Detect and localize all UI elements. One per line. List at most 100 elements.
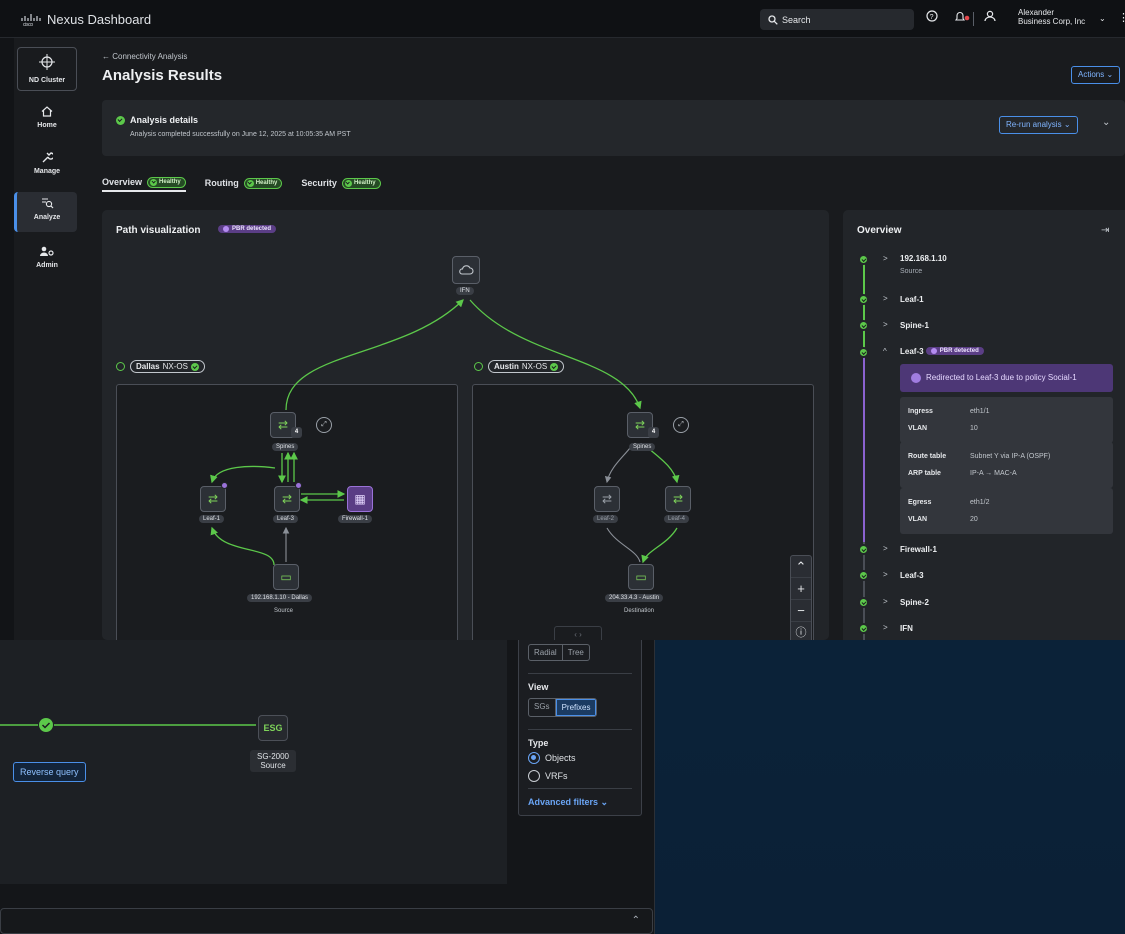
step-check-icon	[858, 597, 869, 608]
switch-icon: ⇄	[601, 492, 613, 506]
kv-value: 20	[970, 516, 978, 523]
spine-count-badge: 4	[291, 427, 302, 438]
reverse-query-button[interactable]: Reverse query	[13, 762, 86, 782]
breadcrumb[interactable]: ← Connectivity Analysis	[102, 52, 187, 61]
view-sgs[interactable]: SGs	[529, 699, 556, 716]
ifn-node[interactable]	[452, 256, 480, 284]
tab-security[interactable]: Security Healthy	[301, 174, 381, 192]
chevron-right-icon[interactable]: >	[883, 544, 888, 553]
leaf-2-node[interactable]: ⇄	[594, 486, 620, 512]
cluster-label: ND Cluster	[28, 77, 66, 84]
cluster-selector[interactable]: ND Cluster	[17, 47, 77, 91]
firewall-1-node[interactable]: ▦	[347, 486, 373, 512]
chevron-right-icon[interactable]: >	[883, 597, 888, 606]
user-icon[interactable]	[984, 10, 996, 25]
step-name[interactable]: Leaf-3	[900, 571, 924, 580]
leaf-3-label: Leaf-3	[273, 515, 299, 523]
topbar-divider	[973, 12, 974, 26]
expand-icon[interactable]: ⤢	[673, 417, 689, 433]
kv-value: IP-A → MAC-A	[970, 470, 1017, 477]
collapse-icon[interactable]: ⌃	[791, 556, 811, 578]
details-expand-icon[interactable]: ⌄	[1102, 117, 1110, 128]
pbr-text: PBR detected	[939, 348, 979, 354]
advanced-filters-link[interactable]: Advanced filters ⌄	[528, 797, 632, 808]
expand-icon[interactable]: ⤢	[316, 417, 332, 433]
chevron-right-icon[interactable]: >	[883, 254, 888, 263]
sidebar-item-manage[interactable]: Manage	[17, 146, 77, 186]
layout-tree[interactable]: Tree	[563, 645, 589, 660]
top-bar: cisco Nexus Dashboard Search ? Alexander…	[0, 0, 1125, 38]
leaf-3-node[interactable]: ⇄	[274, 486, 300, 512]
kv-row: ARP table IP-A → MAC-A	[908, 465, 1105, 482]
type-vrfs-radio[interactable]: VRFs	[528, 770, 632, 782]
background-collapsible-panel[interactable]: ⌃	[0, 908, 653, 934]
check-icon	[150, 178, 158, 186]
chevron-down-icon: ⌄	[600, 797, 609, 807]
sidebar-item-admin[interactable]: Admin	[17, 240, 77, 280]
step-sub: Source	[900, 268, 923, 275]
view-prefixes[interactable]: Prefixes	[555, 699, 597, 716]
step-name[interactable]: Firewall-1	[900, 545, 937, 554]
bell-icon[interactable]	[954, 10, 970, 26]
search-box[interactable]: Search	[760, 9, 914, 30]
leaf-1-node[interactable]: ⇄	[200, 486, 226, 512]
chevron-down-icon: ⌄	[1106, 70, 1114, 79]
step-name[interactable]: Spine-1	[900, 321, 929, 330]
step-check-icon	[858, 254, 869, 265]
ifn-label: IFN	[456, 287, 474, 295]
leaf-4-node[interactable]: ⇄	[665, 486, 691, 512]
step-name[interactable]: Leaf-1	[900, 295, 924, 304]
pbr-marker-icon	[221, 482, 228, 489]
sidebar-item-home[interactable]: Home	[17, 100, 77, 140]
firewall-icon: ▦	[354, 492, 366, 506]
more-menu-icon[interactable]: ⋮	[1118, 11, 1125, 24]
user-menu[interactable]: Alexander Business Corp, Inc	[1018, 8, 1085, 26]
step-name[interactable]: Spine-2	[900, 598, 929, 607]
actions-button[interactable]: Actions ⌄	[1071, 66, 1121, 84]
chevron-down-icon: ⌄	[1063, 120, 1071, 129]
radio-checked-icon	[528, 752, 540, 764]
step-name[interactable]: IFN	[900, 624, 913, 633]
info-icon[interactable]: ⓘ	[791, 622, 811, 640]
zoom-in-icon[interactable]: +	[791, 578, 811, 600]
step-name[interactable]: 192.168.1.10	[900, 254, 947, 263]
chevron-right-icon[interactable]: >	[883, 294, 888, 303]
step-check-icon	[858, 623, 869, 634]
tab-routing[interactable]: Routing Healthy	[205, 174, 283, 192]
tab-overview[interactable]: Overview Healthy	[102, 174, 186, 192]
pbr-marker-icon	[295, 482, 302, 489]
laptop-icon: ▭	[635, 570, 647, 584]
pbr-icon	[930, 348, 937, 354]
step-check-icon	[858, 294, 869, 305]
home-icon	[17, 105, 77, 120]
sidebar-item-analyze[interactable]: Analyze	[14, 192, 77, 232]
help-icon[interactable]: ?	[926, 10, 938, 25]
esg-node[interactable]: ESG	[258, 715, 288, 741]
user-chevron-icon[interactable]: ⌄	[1099, 14, 1106, 23]
redirect-notice: Redirected to Leaf-3 due to policy Socia…	[900, 364, 1113, 392]
filter-panel: Radial Tree View SGs Prefixes Type Objec…	[518, 633, 642, 816]
divider	[528, 729, 632, 730]
chevron-up-icon[interactable]: ^	[883, 347, 887, 356]
chevron-right-icon[interactable]: >	[883, 320, 888, 329]
user-org: Business Corp, Inc	[1018, 17, 1086, 26]
dallas-source-node[interactable]: ▭	[273, 564, 299, 590]
rerun-analysis-button[interactable]: Re-run analysis ⌄	[999, 116, 1078, 134]
kv-row: VLAN 10	[908, 420, 1105, 437]
spine-count-badge: 4	[648, 427, 659, 438]
dallas-spines-label: Spines	[272, 443, 299, 451]
austin-spines-label: Spines	[629, 443, 656, 451]
step-name[interactable]: Leaf-3 PBR detected	[900, 347, 984, 356]
zoom-out-icon[interactable]: −	[791, 600, 811, 622]
pager[interactable]: ‹ ›	[554, 626, 602, 640]
austin-destination-node[interactable]: ▭	[628, 564, 654, 590]
details-title: Analysis details	[116, 115, 198, 126]
cisco-wordmark: cisco	[23, 22, 33, 26]
type-objects-radio[interactable]: Objects	[528, 752, 632, 764]
chevron-right-icon[interactable]: >	[883, 623, 888, 632]
collapse-panel-icon[interactable]: ⇥	[1101, 225, 1109, 236]
status-badge: Healthy	[341, 177, 381, 189]
kv-key: Ingress	[908, 408, 933, 415]
chevron-right-icon[interactable]: >	[883, 570, 888, 579]
layout-radial[interactable]: Radial	[529, 645, 563, 660]
